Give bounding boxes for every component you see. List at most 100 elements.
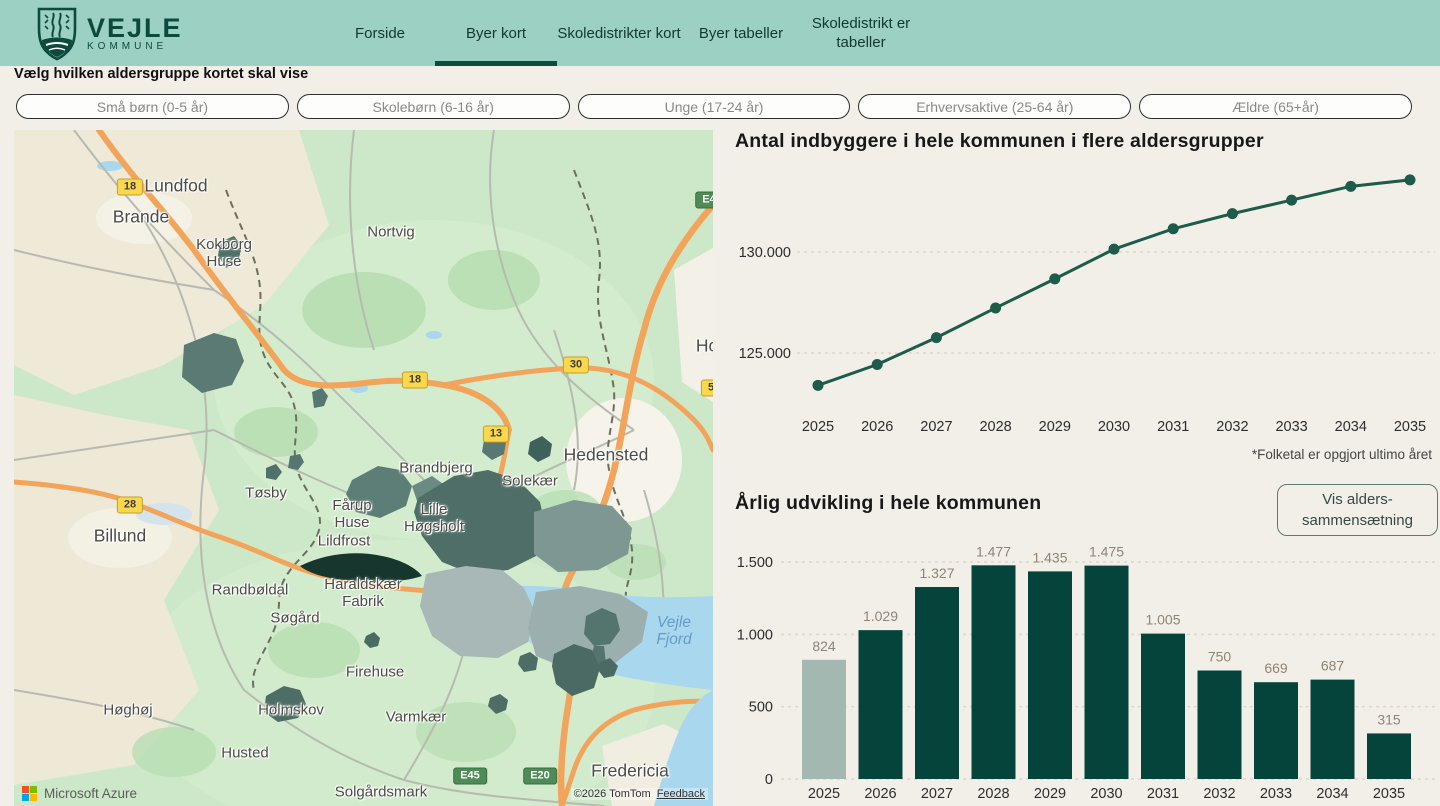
road-shield: 30: [563, 357, 589, 374]
map-place-label: Varmkær: [386, 709, 447, 726]
bar-value-label: 669: [1264, 660, 1288, 676]
nav-item-byer-tabeller[interactable]: Byer tabeller: [681, 0, 801, 66]
x-tick-label: 2035: [1394, 419, 1426, 435]
map-place-label: Solekær: [502, 473, 558, 490]
y-tick-label: 130.000: [739, 245, 791, 261]
x-tick-label: 2035: [1373, 786, 1405, 802]
map-place-label: Nortvig: [367, 224, 415, 241]
map-place-label: Lille Høgsholt: [404, 501, 464, 535]
x-tick-label: 2026: [861, 419, 893, 435]
main-nav: Forside Byer kort Skoledistrikter kort B…: [325, 0, 921, 66]
x-tick-label: 2033: [1275, 419, 1307, 435]
azure-attribution: Microsoft Azure: [22, 786, 137, 801]
nav-item-byer-kort[interactable]: Byer kort: [435, 0, 557, 66]
coat-of-arms-icon: [36, 7, 78, 61]
line-point[interactable]: [1049, 273, 1060, 284]
map-place-label: Fårup Huse: [332, 497, 371, 531]
x-tick-label: 2034: [1316, 786, 1348, 802]
bar[interactable]: [1028, 571, 1072, 779]
line-point[interactable]: [872, 359, 883, 370]
x-tick-label: 2034: [1335, 419, 1367, 435]
water-label: Vejle Fjord: [655, 614, 694, 648]
map-place-label: Brandbjerg: [399, 460, 472, 477]
bar[interactable]: [1367, 733, 1411, 779]
logo-title: VEJLE: [87, 15, 183, 41]
map-place-label: Tøsby: [245, 485, 287, 502]
map-place-label: Lildfrost: [318, 533, 371, 550]
bar[interactable]: [915, 587, 959, 779]
age-btn-skoleboern[interactable]: Skolebørn (6-16 år): [297, 94, 570, 119]
bar[interactable]: [802, 660, 846, 779]
x-tick-label: 2025: [802, 419, 834, 435]
x-tick-label: 2032: [1203, 786, 1235, 802]
bar[interactable]: [1085, 566, 1129, 779]
age-group-filter-label: Vælg hvilken aldersgruppe kortet skal vi…: [14, 66, 308, 82]
map-place-label: Høghøj: [103, 702, 152, 719]
road-shield: 28: [117, 497, 143, 514]
road-shield: 5: [701, 380, 713, 397]
map-place-label: Haraldskær Fabrik: [324, 576, 402, 610]
bar[interactable]: [1141, 634, 1185, 779]
bar-value-label: 1.029: [863, 608, 898, 624]
top-navbar: VEJLE KOMMUNE Forside Byer kort Skoledis…: [0, 0, 1440, 66]
line-point[interactable]: [1345, 181, 1356, 192]
map-place-label: Husted: [221, 745, 269, 762]
road-shield: 13: [483, 426, 509, 443]
x-tick-label: 2027: [921, 786, 953, 802]
y-tick-label: 0: [765, 772, 773, 788]
x-tick-label: 2032: [1216, 419, 1248, 435]
map-place-label: Kokborg Huse: [196, 236, 252, 270]
tomtom-attribution: ©2026 TomTom Feedback: [571, 788, 708, 800]
x-tick-label: 2025: [808, 786, 840, 802]
nav-item-skoledistrikter-tabeller[interactable]: Skoledistrikt er tabeller: [801, 0, 921, 66]
age-btn-erhvervsaktive[interactable]: Erhvervsaktive (25-64 år): [858, 94, 1131, 119]
line-point[interactable]: [1168, 223, 1179, 234]
feedback-link[interactable]: Feedback: [657, 788, 705, 800]
azure-attribution-text: Microsoft Azure: [44, 786, 137, 801]
map-place-label: Brande: [113, 209, 169, 226]
population-line: [818, 180, 1410, 385]
bar-value-label: 1.435: [1032, 549, 1067, 565]
map-place-label: Ho: [696, 338, 713, 355]
bar[interactable]: [972, 565, 1016, 779]
line-point[interactable]: [931, 332, 942, 343]
nav-item-skoledistrikter-kort[interactable]: Skoledistrikter kort: [557, 0, 681, 66]
bar-value-label: 1.475: [1089, 544, 1124, 560]
line-point[interactable]: [1109, 244, 1120, 255]
map-place-label: Randbøldal: [212, 582, 289, 599]
map-place-label: Billund: [94, 528, 147, 545]
bar-value-label: 750: [1208, 649, 1232, 665]
bar[interactable]: [859, 630, 903, 779]
x-tick-label: 2028: [979, 419, 1011, 435]
line-point[interactable]: [1405, 174, 1416, 185]
line-point[interactable]: [813, 380, 824, 391]
x-tick-label: 2033: [1260, 786, 1292, 802]
map-place-label: Hedensted: [564, 447, 649, 464]
x-tick-label: 2028: [977, 786, 1009, 802]
map-place-label: Firehuse: [346, 664, 404, 681]
road-shield: E45: [695, 192, 713, 209]
line-point[interactable]: [1286, 195, 1297, 206]
road-shield: E45: [453, 768, 487, 785]
x-tick-label: 2030: [1090, 786, 1122, 802]
age-group-buttons: Små børn (0-5 år) Skolebørn (6-16 år) Un…: [16, 94, 1412, 119]
bar-value-label: 824: [812, 638, 836, 654]
age-btn-aeldre[interactable]: Ældre (65+år): [1139, 94, 1412, 119]
bar[interactable]: [1254, 682, 1298, 779]
line-point[interactable]: [1227, 208, 1238, 219]
bar[interactable]: [1311, 680, 1355, 779]
bar[interactable]: [1198, 671, 1242, 780]
age-btn-unge[interactable]: Unge (17-24 år): [578, 94, 851, 119]
y-tick-label: 500: [749, 700, 773, 716]
line-point[interactable]: [990, 302, 1001, 313]
vejle-kommune-logo: VEJLE KOMMUNE: [36, 7, 183, 61]
road-shield: 18: [402, 372, 428, 389]
x-tick-label: 2026: [864, 786, 896, 802]
y-tick-label: 1.500: [737, 555, 773, 571]
nav-item-forside[interactable]: Forside: [325, 0, 435, 66]
map-canvas[interactable]: LundfodBrandeKokborg HuseNortvigHoBrandb…: [14, 130, 713, 806]
x-tick-label: 2030: [1098, 419, 1130, 435]
show-age-composition-button[interactable]: Vis alders- sammensætning: [1277, 484, 1438, 536]
age-btn-smaa-boern[interactable]: Små børn (0-5 år): [16, 94, 289, 119]
tomtom-copyright: ©2026 TomTom: [574, 788, 651, 800]
